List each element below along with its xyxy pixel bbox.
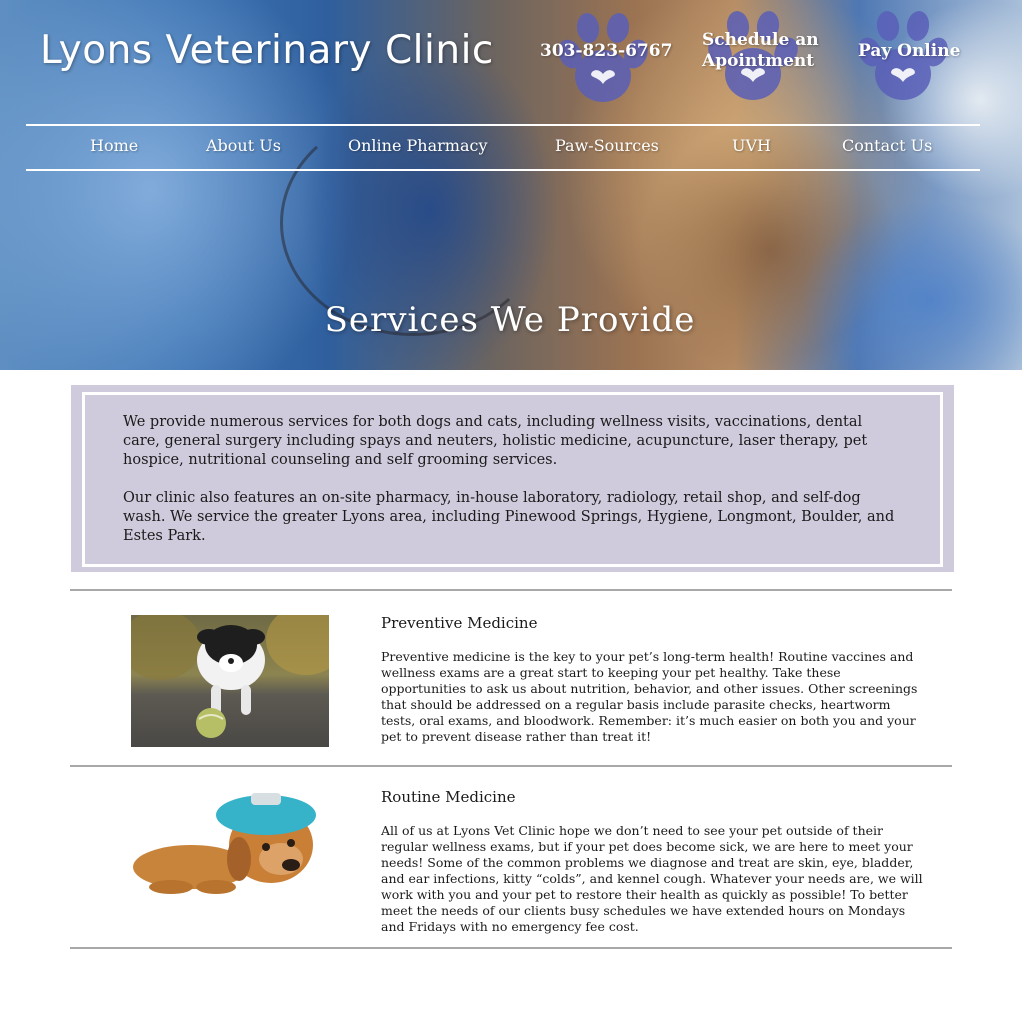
nav-bottom-rule xyxy=(26,169,980,171)
pay-online-link[interactable]: Pay Online xyxy=(858,41,960,62)
nav-uvh[interactable]: UVH xyxy=(732,136,771,155)
schedule-line-2: Apointment xyxy=(702,51,815,71)
section-divider xyxy=(70,589,952,591)
section-divider xyxy=(70,947,952,949)
intro-paragraph-2: Our clinic also features an on-site phar… xyxy=(123,490,895,544)
nav-top-rule xyxy=(26,124,980,126)
page-title: Services We Provide xyxy=(324,300,696,340)
service-title: Routine Medicine xyxy=(381,788,516,806)
service-image-dog-with-ice-pack xyxy=(131,787,329,899)
schedule-line-1: Schedule an xyxy=(702,30,819,50)
nav-about-us[interactable]: About Us xyxy=(206,136,281,155)
phone-link[interactable]: 303-823-6767 xyxy=(540,41,672,62)
service-title: Preventive Medicine xyxy=(381,614,538,632)
service-image-dog-with-ball xyxy=(131,615,329,747)
nav-contact-us[interactable]: Contact Us xyxy=(842,136,932,155)
section-divider xyxy=(70,765,952,767)
intro-paragraph-1: We provide numerous services for both do… xyxy=(123,414,868,468)
nav-online-pharmacy[interactable]: Online Pharmacy xyxy=(348,136,487,155)
hero-banner: Lyons Veterinary Clinic 303-823-6767 Sch… xyxy=(0,0,1022,370)
service-description: Preventive medicine is the key to your p… xyxy=(381,649,918,744)
nav-paw-sources[interactable]: Paw-Sources xyxy=(555,136,659,155)
nav-home[interactable]: Home xyxy=(90,136,138,155)
schedule-appointment-link[interactable]: Schedule an Apointment xyxy=(702,30,819,72)
site-logo[interactable]: Lyons Veterinary Clinic xyxy=(40,28,494,73)
service-description: All of us at Lyons Vet Clinic hope we do… xyxy=(381,823,923,934)
